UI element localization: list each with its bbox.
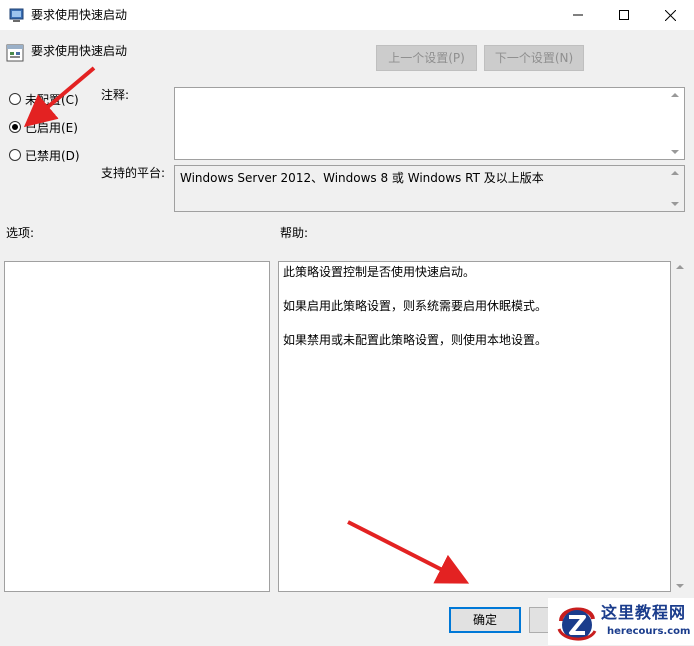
comment-scrollbar[interactable] <box>668 89 682 158</box>
close-button[interactable] <box>647 0 693 30</box>
scroll-down-icon[interactable] <box>671 150 679 154</box>
options-pane[interactable] <box>4 261 270 592</box>
radio-disabled[interactable]: 已禁用(D) <box>9 146 80 164</box>
platform-value: Windows Server 2012、Windows 8 或 Windows … <box>180 171 544 185</box>
window-title: 要求使用快速启动 <box>31 8 128 22</box>
platform-scrollbar[interactable] <box>668 167 682 210</box>
radio-circle-checked[interactable] <box>9 121 21 133</box>
help-text: 如果禁用或未配置此策略设置，则使用本地设置。 <box>283 333 548 347</box>
next-setting-button[interactable]: 下一个设置(N) <box>484 45 584 71</box>
watermark-name: 这里教程网 <box>601 603 687 622</box>
scroll-down-icon[interactable] <box>676 584 684 588</box>
comment-label: 注释: <box>101 88 130 102</box>
comment-textarea[interactable] <box>174 87 685 160</box>
options-label: 选项: <box>6 226 35 240</box>
help-text: 此策略设置控制是否使用快速启动。 <box>283 265 476 279</box>
previous-setting-button[interactable]: 上一个设置(P) <box>376 45 477 71</box>
policy-window-icon <box>9 7 25 23</box>
ok-button[interactable]: 确定 <box>449 607 521 633</box>
minimize-icon <box>573 14 583 16</box>
scroll-up-icon[interactable] <box>671 171 679 175</box>
radio-label: 已启用(E) <box>25 120 78 135</box>
help-text: 如果启用此策略设置，则系统需要启用休眠模式。 <box>283 299 548 313</box>
scroll-down-icon[interactable] <box>671 202 679 206</box>
radio-enabled[interactable]: 已启用(E) <box>9 118 78 136</box>
policy-setting-icon <box>6 44 24 62</box>
radio-label: 未配置(C) <box>25 92 79 107</box>
maximize-icon <box>619 10 629 20</box>
scroll-up-icon[interactable] <box>671 93 679 97</box>
help-label: 帮助: <box>280 226 309 240</box>
setting-title: 要求使用快速启动 <box>31 44 128 58</box>
platform-label: 支持的平台: <box>101 166 166 180</box>
radio-circle[interactable] <box>9 149 21 161</box>
watermark-url: herecours.com <box>607 626 691 637</box>
z-logo <box>553 601 599 643</box>
radio-not-configured[interactable]: 未配置(C) <box>9 90 79 108</box>
radio-circle[interactable] <box>9 93 21 105</box>
scroll-up-icon[interactable] <box>676 265 684 269</box>
help-scrollbar[interactable] <box>673 261 687 592</box>
radio-label: 已禁用(D) <box>25 148 80 163</box>
maximize-button[interactable] <box>601 0 647 30</box>
close-icon <box>664 9 676 21</box>
minimize-button[interactable] <box>555 0 601 30</box>
